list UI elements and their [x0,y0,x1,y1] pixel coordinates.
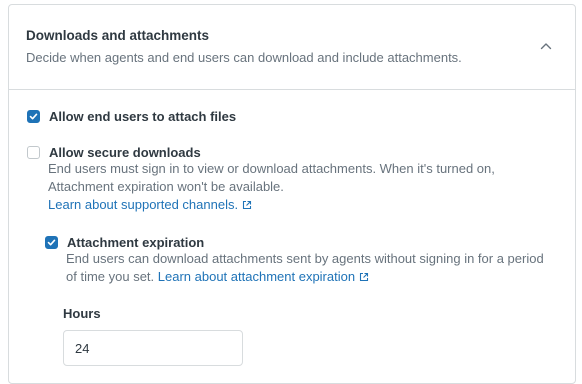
hours-label: Hours [63,306,101,321]
secure-downloads-hint: End users must sign in to view or downlo… [48,160,495,214]
attachment-expiration-hint-line1: End users can download attachments sent … [66,251,544,266]
external-link-icon [243,200,252,210]
secure-downloads-label[interactable]: Allow secure downloads [49,145,201,161]
hours-input[interactable] [63,330,243,366]
secure-downloads-option: Allow secure downloads [27,145,201,161]
attachment-expiration-link[interactable]: Learn about attachment expiration [158,269,355,284]
check-icon [29,113,38,120]
attach-files-label[interactable]: Allow end users to attach files [49,109,236,125]
attach-files-checkbox[interactable] [27,110,40,123]
secure-downloads-hint-line2: Attachment expiration won't be available… [48,179,284,194]
panel-description: Decide when agents and end users can dow… [26,50,462,65]
chevron-up-icon[interactable] [539,39,553,53]
attachment-expiration-hint-line2: of time you set. [66,269,155,284]
external-link-icon [360,272,369,282]
attach-files-option: Allow end users to attach files [27,109,236,125]
secure-downloads-hint-line1: End users must sign in to view or downlo… [48,161,495,176]
secure-downloads-checkbox[interactable] [27,146,40,159]
attachment-expiration-option: Attachment expiration [45,235,204,251]
check-icon [47,239,56,246]
panel-header[interactable]: Downloads and attachments Decide when ag… [9,5,575,90]
attachment-expiration-label[interactable]: Attachment expiration [67,235,204,251]
panel-title: Downloads and attachments [26,28,210,43]
attachment-expiration-hint: End users can download attachments sent … [66,250,544,286]
supported-channels-link[interactable]: Learn about supported channels. [48,197,238,212]
attachment-expiration-checkbox[interactable] [45,236,58,249]
downloads-attachments-panel: Downloads and attachments Decide when ag… [8,4,576,384]
